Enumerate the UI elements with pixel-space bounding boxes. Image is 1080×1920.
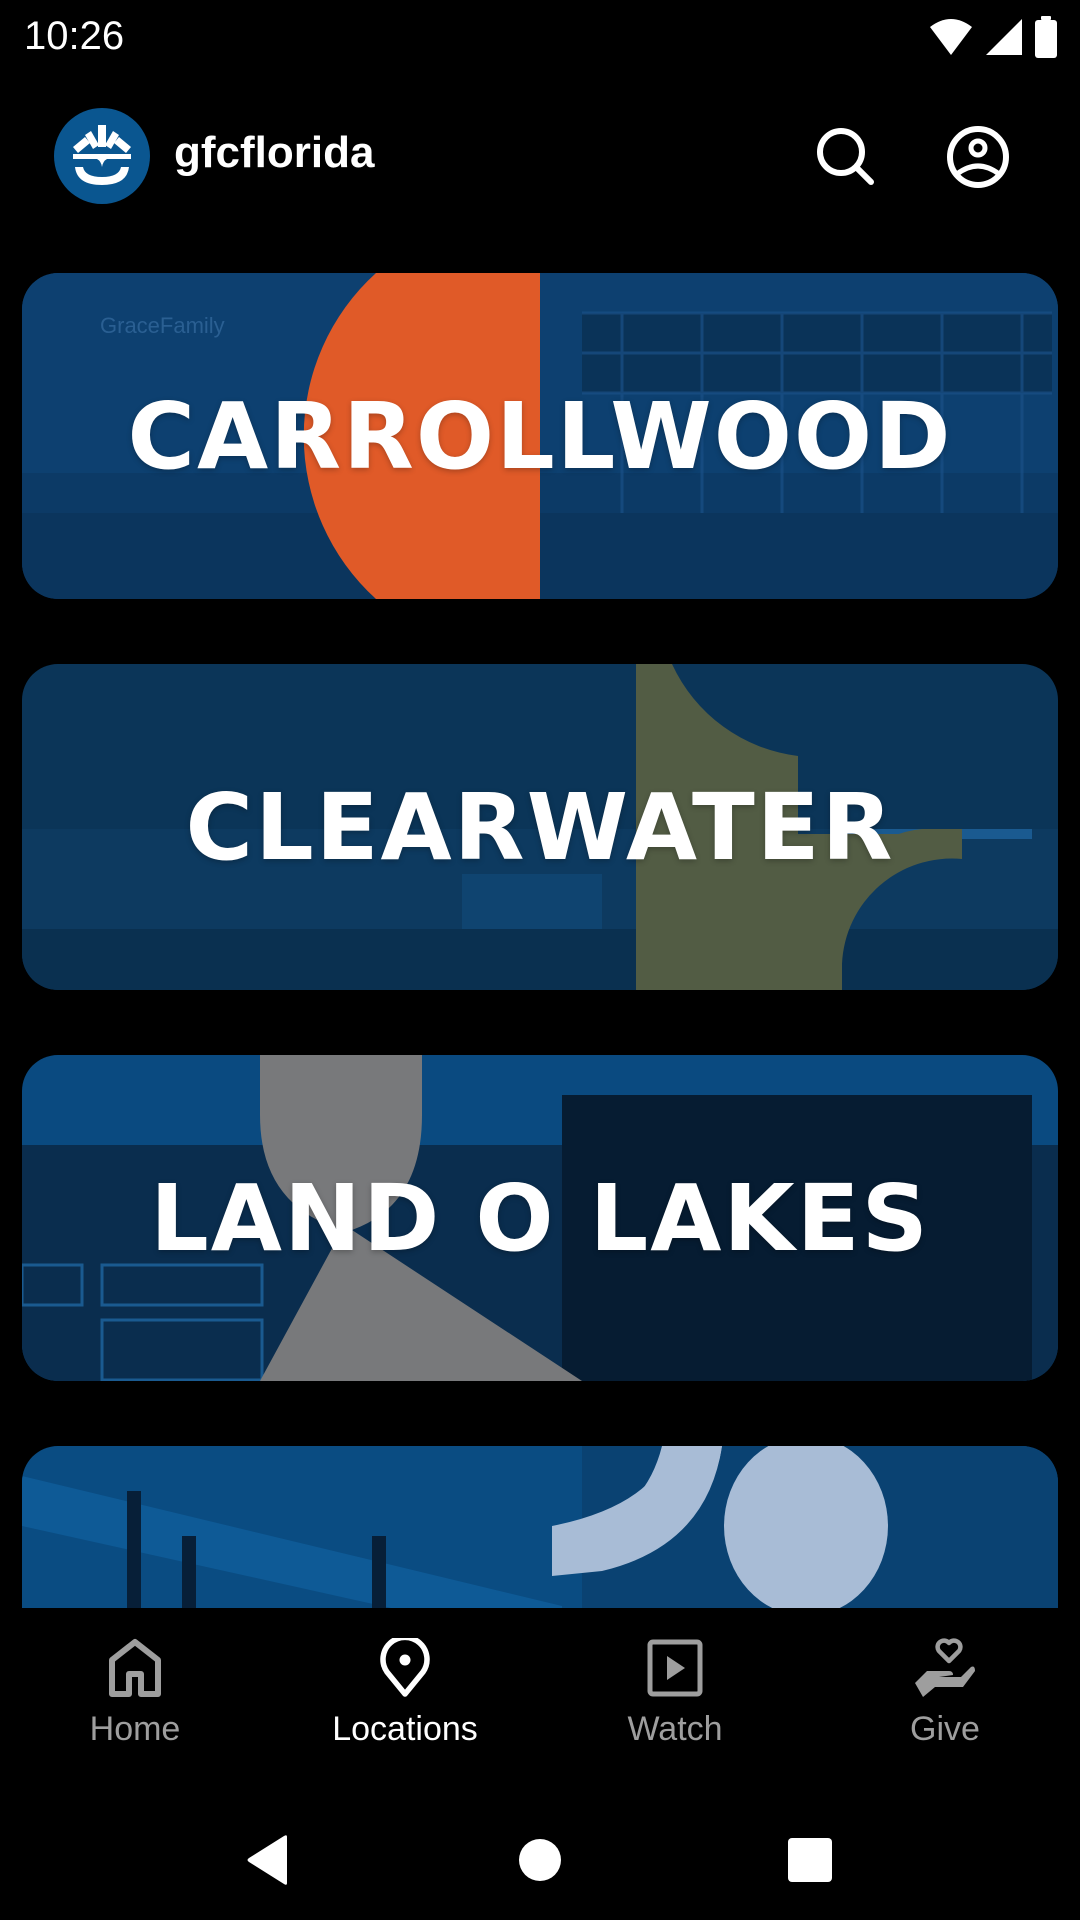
app-header: gfcflorida — [0, 100, 1080, 215]
location-title: LUTZ — [22, 1596, 1058, 1608]
system-back-button[interactable] — [228, 1820, 308, 1900]
accent-circle — [724, 1446, 888, 1608]
home-circle-icon — [519, 1839, 561, 1881]
card-background — [22, 1446, 1058, 1608]
nav-locations[interactable]: Locations — [270, 1608, 540, 1758]
nav-home[interactable]: Home — [0, 1608, 270, 1758]
location-card-lutz[interactable]: LUTZ — [22, 1446, 1058, 1608]
nav-give[interactable]: Give — [810, 1608, 1080, 1758]
system-recents-button[interactable] — [770, 1820, 850, 1900]
system-home-button[interactable] — [500, 1820, 580, 1900]
nav-watch[interactable]: Watch — [540, 1608, 810, 1758]
recents-square-icon — [788, 1838, 832, 1882]
search-button[interactable] — [811, 122, 881, 192]
give-hand-heart-icon — [915, 1638, 975, 1697]
location-card-land-o-lakes[interactable]: LAND O LAKES — [22, 1055, 1058, 1381]
nav-label: Locations — [332, 1710, 478, 1748]
location-title: CARROLLWOOD — [127, 382, 953, 490]
locations-list[interactable]: GraceFamily CARROLLWOOD CLEARWATER LAND … — [0, 260, 1080, 1608]
bottom-navigation: Home Locations Watch Give — [0, 1608, 1080, 1758]
gfc-logo-icon — [54, 108, 150, 204]
location-card-carrollwood[interactable]: GraceFamily CARROLLWOOD — [22, 273, 1058, 599]
search-icon — [817, 128, 874, 185]
status-bar: 10:26 — [0, 0, 1080, 80]
play-square-icon — [647, 1639, 703, 1697]
location-pin-icon — [380, 1638, 430, 1697]
account-circle-icon — [947, 126, 1009, 188]
cell-signal-icon — [986, 19, 1022, 55]
location-title: LAND O LAKES — [150, 1164, 930, 1272]
system-navigation-bar — [0, 1800, 1080, 1920]
battery-icon — [1035, 16, 1057, 58]
nav-label: Watch — [627, 1710, 723, 1748]
back-triangle-icon — [247, 1835, 287, 1885]
nav-label: Home — [89, 1710, 181, 1748]
home-icon — [109, 1639, 161, 1697]
nav-label: Give — [910, 1710, 980, 1748]
location-title: CLEARWATER — [185, 773, 895, 881]
wifi-icon — [930, 19, 972, 55]
status-icons — [928, 16, 1058, 58]
location-card-clearwater[interactable]: CLEARWATER — [22, 664, 1058, 990]
brand-name: gfcflorida — [174, 128, 375, 177]
profile-button[interactable] — [943, 122, 1013, 192]
status-time: 10:26 — [24, 14, 125, 58]
